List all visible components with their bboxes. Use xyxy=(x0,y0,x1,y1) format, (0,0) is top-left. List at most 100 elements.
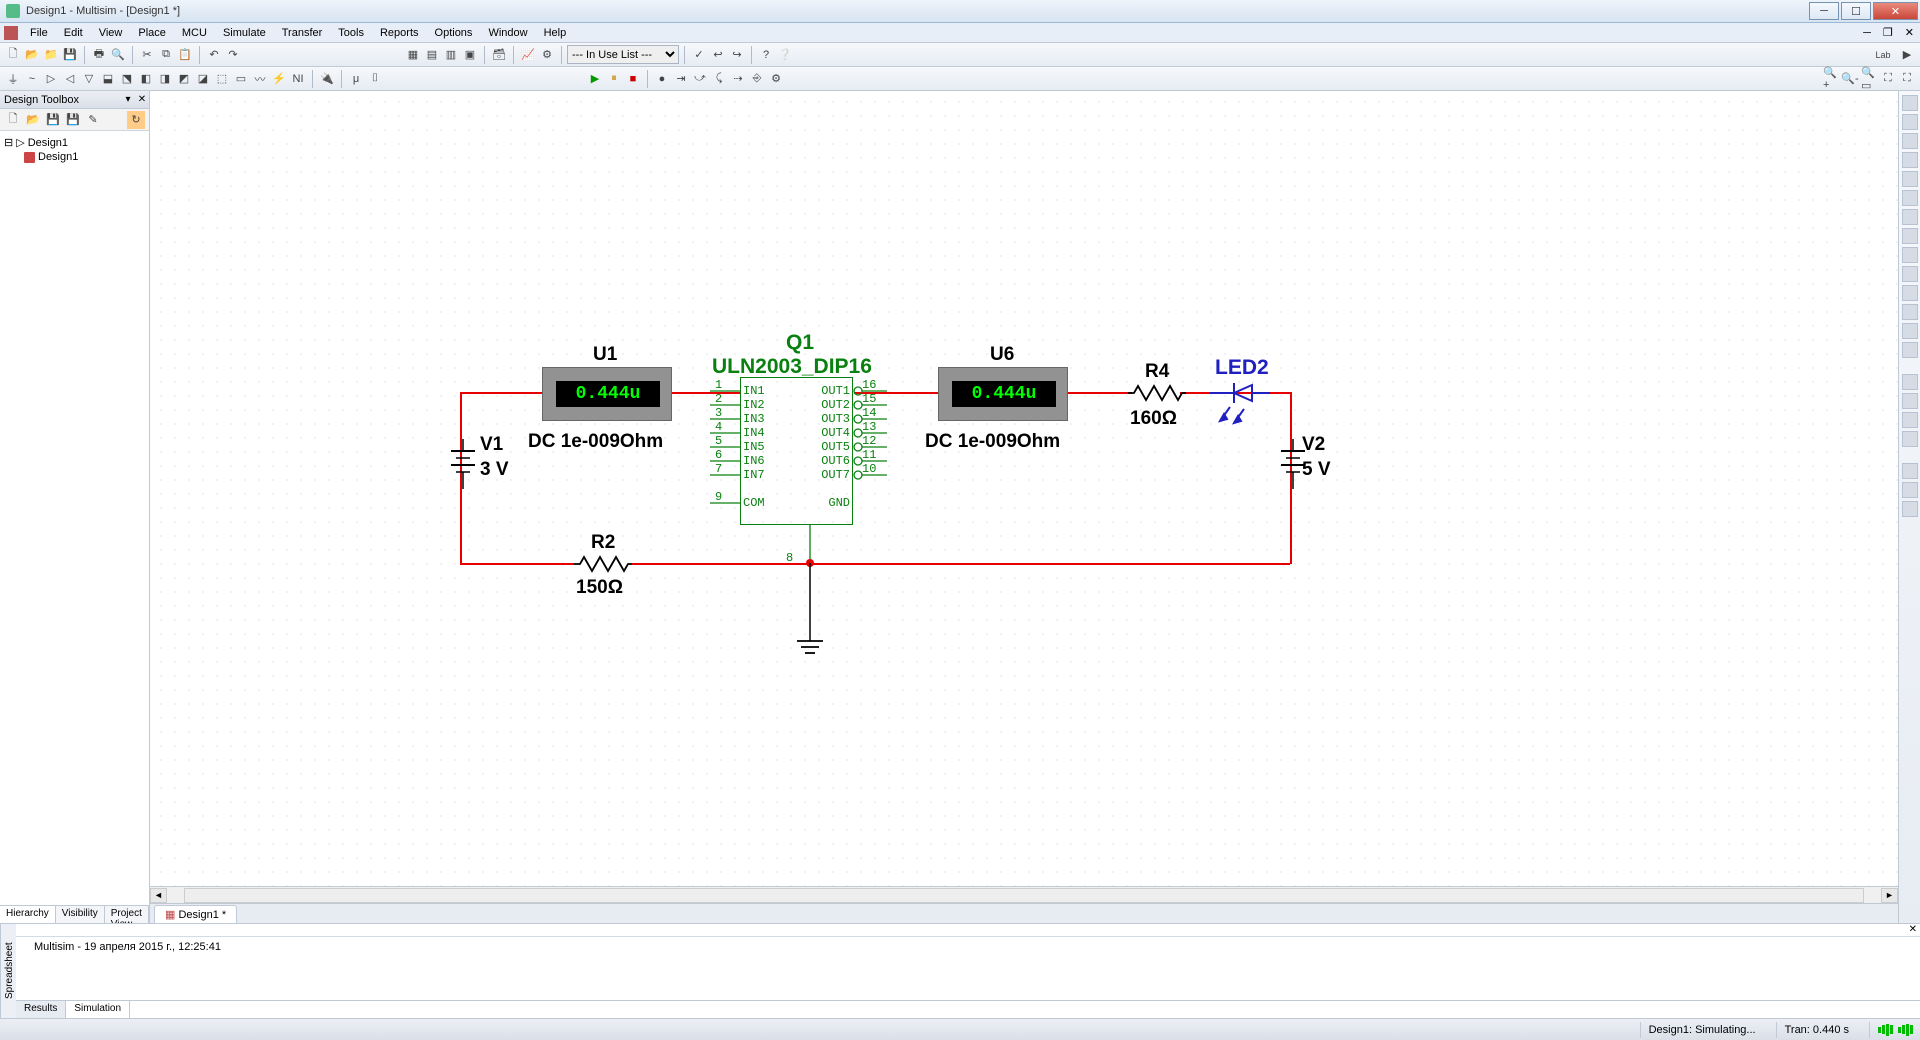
bode-plotter-button[interactable] xyxy=(1902,190,1918,206)
stop-button[interactable]: ■ xyxy=(624,70,642,88)
toolbox-save-button[interactable]: 💾 xyxy=(44,111,62,129)
cut-button[interactable]: ✂ xyxy=(138,46,156,64)
step-into-button[interactable]: ⇥ xyxy=(672,70,690,88)
maximize-button[interactable]: ☐ xyxy=(1841,2,1871,20)
r4-value[interactable]: 160Ω xyxy=(1130,408,1177,430)
menu-window[interactable]: Window xyxy=(480,25,535,41)
menu-file[interactable]: File xyxy=(22,25,56,41)
interactive-sim-button[interactable]: ▶ xyxy=(1898,46,1916,64)
labview-instrument-button[interactable] xyxy=(1902,463,1918,479)
toolbox-open-button[interactable]: 📂 xyxy=(24,111,42,129)
tek-scope-button[interactable] xyxy=(1902,431,1918,447)
postprocessor-button[interactable]: ⚙ xyxy=(538,46,556,64)
u6-name[interactable]: U6 xyxy=(990,344,1014,366)
toggle-breadboard-button[interactable]: ▣ xyxy=(461,46,479,64)
place-ttl-button[interactable]: ⬓ xyxy=(99,70,117,88)
wire[interactable] xyxy=(460,392,542,394)
v2-name[interactable]: V2 xyxy=(1302,434,1325,456)
distortion-analyzer-button[interactable] xyxy=(1902,304,1918,320)
agilent-scope-button[interactable] xyxy=(1902,412,1918,428)
scroll-right-button[interactable]: ► xyxy=(1881,888,1898,903)
toolbox-close-icon[interactable]: ✕ xyxy=(135,94,149,105)
toggle-netlist-button[interactable]: ▥ xyxy=(442,46,460,64)
open-button[interactable]: 📂 xyxy=(23,46,41,64)
save-button[interactable]: 💾 xyxy=(61,46,79,64)
scroll-left-button[interactable]: ◄ xyxy=(150,888,167,903)
place-analog-button[interactable]: ▽ xyxy=(80,70,98,88)
place-electromech-button[interactable]: ⚡ xyxy=(270,70,288,88)
toggle-spreadsheet-button[interactable]: ▦ xyxy=(404,46,422,64)
place-diode-button[interactable]: ▷ xyxy=(42,70,60,88)
place-mixed-button[interactable]: ◨ xyxy=(156,70,174,88)
network-analyzer-button[interactable] xyxy=(1902,342,1918,358)
multimeter-button[interactable] xyxy=(1902,95,1918,111)
v1-name[interactable]: V1 xyxy=(480,434,503,456)
u1-dc[interactable]: DC 1e-009Ohm xyxy=(528,431,663,453)
menu-mcu[interactable]: MCU xyxy=(174,25,215,41)
led2-name[interactable]: LED2 xyxy=(1215,356,1269,380)
current-probe-button[interactable] xyxy=(1902,501,1918,517)
step-button[interactable]: ● xyxy=(653,70,671,88)
zoom-out-button[interactable]: 🔍- xyxy=(1841,70,1859,88)
place-source-button[interactable]: ⏚ xyxy=(4,70,22,88)
menu-transfer[interactable]: Transfer xyxy=(274,25,331,41)
tree-expand-icon[interactable]: ⊟ xyxy=(4,136,13,149)
battery-v1-symbol[interactable] xyxy=(448,439,478,489)
r4-name[interactable]: R4 xyxy=(1145,361,1169,383)
step-over-button[interactable]: ⤻ xyxy=(691,70,709,88)
menu-tools[interactable]: Tools xyxy=(330,25,372,41)
place-misc-digital-button[interactable]: ◧ xyxy=(137,70,155,88)
u6-dc[interactable]: DC 1e-009Ohm xyxy=(925,431,1060,453)
menu-reports[interactable]: Reports xyxy=(372,25,427,41)
place-cmos-button[interactable]: ⬔ xyxy=(118,70,136,88)
sim-settings-button[interactable]: ⚙ xyxy=(767,70,785,88)
paste-button[interactable]: 📋 xyxy=(176,46,194,64)
agilent-mm-button[interactable] xyxy=(1902,393,1918,409)
toolbox-refresh-button[interactable]: ↻ xyxy=(127,111,145,129)
r2-name[interactable]: R2 xyxy=(591,532,615,554)
ammeter-u6[interactable]: 0.444u xyxy=(938,367,1068,421)
toolbox-new-button[interactable]: 🗋 xyxy=(4,111,22,129)
tab-project-view[interactable]: Project View xyxy=(105,906,149,923)
q1-type[interactable]: ULN2003_DIP16 xyxy=(712,355,872,379)
logic-analyzer-button[interactable] xyxy=(1902,247,1918,263)
menu-simulate[interactable]: Simulate xyxy=(215,25,274,41)
u1-name[interactable]: U1 xyxy=(593,344,617,366)
wattmeter-button[interactable] xyxy=(1902,133,1918,149)
q1-name[interactable]: Q1 xyxy=(786,331,814,355)
output-tab-results[interactable]: Results xyxy=(16,1001,66,1018)
help-button[interactable]: ❔ xyxy=(776,46,794,64)
place-power-button[interactable]: ◪ xyxy=(194,70,212,88)
word-generator-button[interactable] xyxy=(1902,228,1918,244)
agilent-fg-button[interactable] xyxy=(1902,374,1918,390)
freq-counter-button[interactable] xyxy=(1902,209,1918,225)
menu-edit[interactable]: Edit xyxy=(56,25,91,41)
pause-button[interactable]: ⏸ xyxy=(605,70,623,88)
toolbox-saveall-button[interactable]: 💾 xyxy=(64,111,82,129)
resistor-r2-symbol[interactable] xyxy=(574,555,632,573)
logic-converter-button[interactable] xyxy=(1902,266,1918,282)
print-button[interactable]: 🖶 xyxy=(90,46,108,64)
copy-button[interactable]: ⧉ xyxy=(157,46,175,64)
wire[interactable] xyxy=(1068,392,1132,394)
menu-help[interactable]: Help xyxy=(536,25,575,41)
tab-visibility[interactable]: Visibility xyxy=(56,906,105,923)
menu-options[interactable]: Options xyxy=(427,25,481,41)
erc-button[interactable]: ✓ xyxy=(690,46,708,64)
back-annotate-button[interactable]: ↩ xyxy=(709,46,727,64)
place-transistor-button[interactable]: ◁ xyxy=(61,70,79,88)
open-sample-button[interactable]: 📁 xyxy=(42,46,60,64)
tree-root[interactable]: ⊟ ▷ Design1 xyxy=(4,135,145,150)
zoom-area-button[interactable]: 🔍▭ xyxy=(1860,70,1878,88)
in-use-list-dropdown[interactable]: --- In Use List --- xyxy=(567,45,679,64)
grapher-button[interactable]: 📈 xyxy=(519,46,537,64)
led2-symbol[interactable] xyxy=(1210,379,1270,433)
menu-place[interactable]: Place xyxy=(130,25,174,41)
fullscreen-button[interactable]: ⛶ xyxy=(1898,70,1916,88)
ic-q1[interactable]: IN1OUT1 IN2OUT2 IN3OUT3 IN4OUT4 IN5OUT5 … xyxy=(740,377,853,525)
scroll-track[interactable] xyxy=(184,888,1864,903)
help-pointer-button[interactable]: ? xyxy=(757,46,775,64)
labview-button[interactable]: Lab xyxy=(1869,46,1897,64)
run-button[interactable]: ▶ xyxy=(586,70,604,88)
horizontal-scrollbar[interactable]: ◄ ► xyxy=(150,886,1898,903)
